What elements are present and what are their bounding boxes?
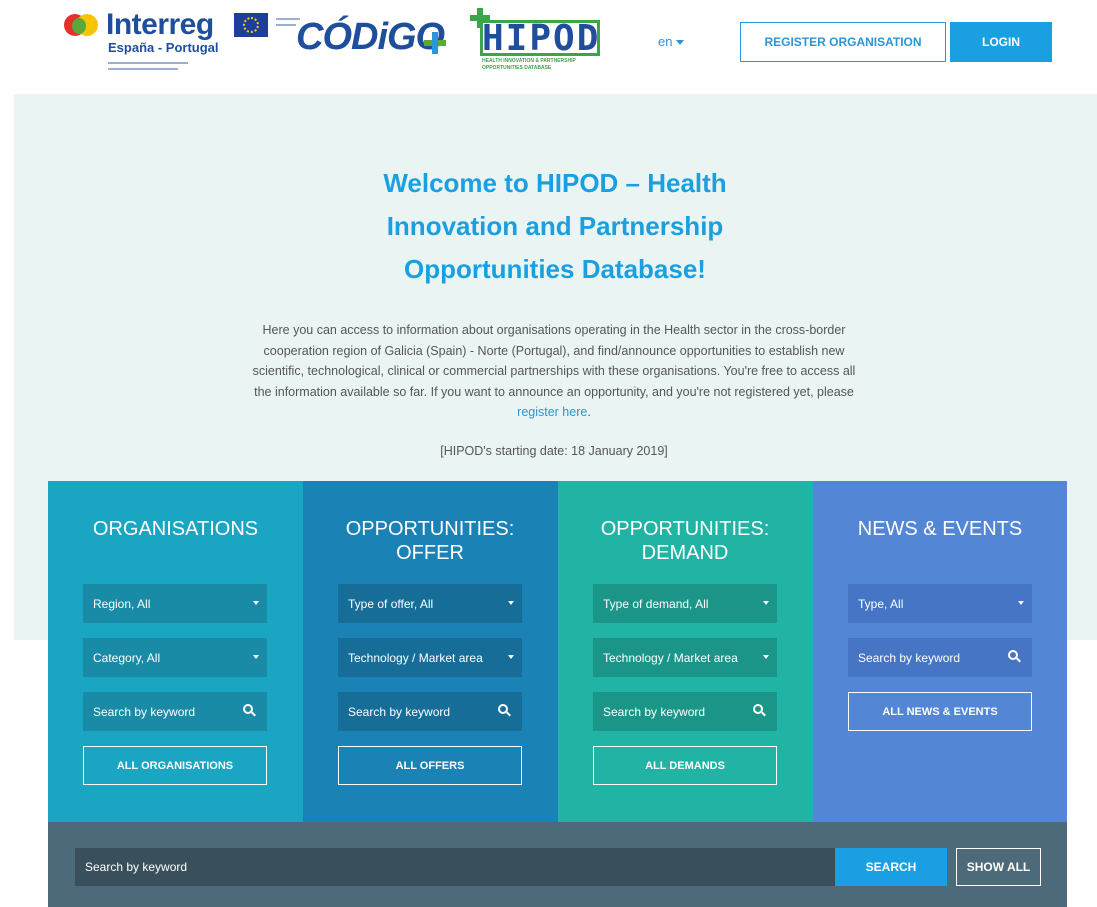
offer-type-value: Type of offer, All [348, 596, 434, 611]
chevron-down-icon [508, 655, 514, 659]
offer-area-select[interactable]: Technology / Market area [338, 638, 522, 677]
global-search-input[interactable]: Search by keyword [75, 848, 835, 886]
panel-organisations: ORGANISATIONS Region, All Category, All … [48, 481, 303, 822]
search-placeholder: Search by keyword [858, 650, 961, 665]
panel-opportunities-demand: OPPORTUNITIES: DEMAND Type of demand, Al… [558, 481, 813, 822]
search-icon[interactable] [1008, 650, 1021, 663]
codigo-cross-icon [424, 32, 446, 54]
eu-fineprint [276, 24, 296, 26]
chevron-down-icon [763, 655, 769, 659]
all-news-events-button[interactable]: ALL NEWS & EVENTS [848, 692, 1032, 731]
panel-title: OPPORTUNITIES: DEMAND [600, 518, 770, 564]
interreg-logo-subtitle: España - Portugal [108, 40, 219, 55]
panel-title: NEWS & EVENTS [857, 518, 1023, 540]
panel-title: OPPORTUNITIES: OFFER [345, 518, 515, 564]
category-select[interactable]: Category, All [83, 638, 267, 677]
demand-type-select[interactable]: Type of demand, All [593, 584, 777, 623]
organisations-search-input[interactable]: Search by keyword [83, 692, 267, 731]
interreg-mark-icon [64, 12, 100, 40]
show-all-button[interactable]: SHOW ALL [956, 848, 1041, 886]
login-button[interactable]: LOGIN [950, 22, 1052, 62]
search-placeholder: Search by keyword [93, 704, 196, 719]
news-search-input[interactable]: Search by keyword [848, 638, 1032, 677]
demand-area-value: Technology / Market area [603, 650, 738, 665]
interreg-logo-word: Interreg [106, 8, 214, 41]
page-title: Welcome to HIPOD – Health Innovation and… [383, 168, 727, 284]
region-select-value: Region, All [93, 596, 151, 611]
register-here-link[interactable]: register here [517, 405, 587, 419]
hero-intro: Here you can access to information about… [244, 320, 864, 423]
category-select-value: Category, All [93, 650, 161, 665]
global-search-bar: Search by keyword SEARCH SHOW ALL [48, 822, 1067, 907]
all-demands-button[interactable]: ALL DEMANDS [593, 746, 777, 785]
search-placeholder: Search by keyword [348, 704, 451, 719]
interreg-logo[interactable]: Interreg España - Portugal [64, 8, 300, 72]
codigo-logo[interactable]: CÓDiGO [296, 14, 456, 68]
demand-area-select[interactable]: Technology / Market area [593, 638, 777, 677]
chevron-down-icon [253, 601, 259, 605]
hero-intro-end: . [587, 405, 591, 420]
codigo-logo-word: CÓDiGO [296, 16, 445, 58]
starting-date: [HIPOD's starting date: 18 January 2019] [440, 444, 668, 458]
panel-opportunities-offer: OPPORTUNITIES: OFFER Type of offer, All … [303, 481, 558, 822]
interreg-logo-fineprint [108, 62, 188, 64]
offer-search-input[interactable]: Search by keyword [338, 692, 522, 731]
chevron-down-icon [763, 601, 769, 605]
eu-flag-icon [234, 13, 268, 37]
search-icon[interactable] [753, 704, 766, 717]
offer-area-value: Technology / Market area [348, 650, 483, 665]
offer-type-select[interactable]: Type of offer, All [338, 584, 522, 623]
chevron-down-icon [676, 40, 685, 46]
demand-type-value: Type of demand, All [603, 596, 709, 611]
demand-search-input[interactable]: Search by keyword [593, 692, 777, 731]
register-organisation-button[interactable]: REGISTER ORGANISATION [740, 22, 946, 62]
panel-news-events: NEWS & EVENTS Type, All Search by keywor… [813, 481, 1067, 822]
hipod-logo-tagline: OPPORTUNITIES DATABASE [482, 65, 552, 71]
site-header: Interreg España - Portugal CÓDiGO HIPOD … [0, 0, 1097, 90]
all-organisations-button[interactable]: ALL ORGANISATIONS [83, 746, 267, 785]
search-placeholder: Search by keyword [603, 704, 706, 719]
hero-intro-text: Here you can access to information about… [252, 323, 856, 399]
news-type-select[interactable]: Type, All [848, 584, 1032, 623]
hipod-logo-word: HIPOD [482, 18, 601, 59]
language-selector[interactable]: en [658, 34, 685, 49]
region-select[interactable]: Region, All [83, 584, 267, 623]
hipod-logo-tagline: HEALTH INNOVATION & PARTNERSHIP [482, 58, 576, 64]
interreg-logo-fineprint [108, 68, 178, 70]
chevron-down-icon [508, 601, 514, 605]
news-type-value: Type, All [858, 596, 904, 611]
search-icon[interactable] [498, 704, 511, 717]
global-search-button[interactable]: SEARCH [835, 848, 947, 886]
chevron-down-icon [1018, 601, 1024, 605]
panel-title: ORGANISATIONS [92, 518, 259, 540]
hipod-logo[interactable]: HIPOD HEALTH INNOVATION & PARTNERSHIP OP… [470, 8, 610, 74]
search-icon[interactable] [243, 704, 256, 717]
all-offers-button[interactable]: ALL OFFERS [338, 746, 522, 785]
chevron-down-icon [253, 655, 259, 659]
language-label: en [658, 34, 673, 49]
